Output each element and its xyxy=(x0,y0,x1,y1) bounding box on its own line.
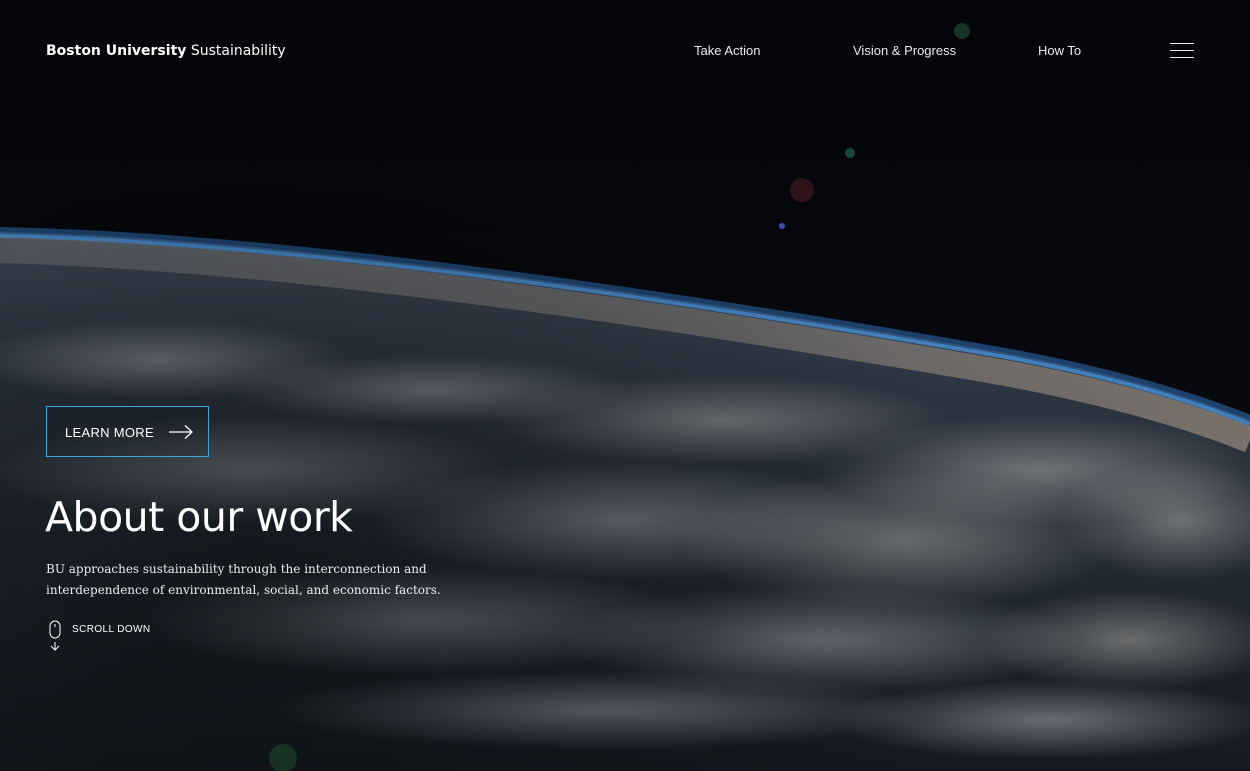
learn-more-button[interactable]: LEARN MORE xyxy=(46,406,209,457)
learn-more-label: LEARN MORE xyxy=(65,425,154,440)
scroll-down-link[interactable]: SCROLL DOWN xyxy=(46,619,166,653)
site-header: Boston University Sustainability Take Ac… xyxy=(0,0,1250,100)
page: Boston University Sustainability Take Ac… xyxy=(0,0,1250,771)
nav-vision-progress[interactable]: Vision & Progress xyxy=(853,43,956,59)
earth-from-space-background xyxy=(0,0,1250,771)
brand-section: Sustainability xyxy=(190,43,286,59)
arrow-right-icon xyxy=(169,425,193,439)
page-title: About our work xyxy=(45,493,353,541)
hero-description: BU approaches sustainability through the… xyxy=(46,562,441,597)
mouse-scroll-icon xyxy=(49,620,61,651)
hamburger-menu-icon[interactable] xyxy=(1166,38,1198,64)
nav-how-to[interactable]: How To xyxy=(1038,43,1081,59)
site-logo[interactable]: Boston University Sustainability xyxy=(46,41,286,61)
nav-take-action[interactable]: Take Action xyxy=(694,43,761,59)
brand-name: Boston University xyxy=(46,43,187,59)
scroll-down-label: SCROLL DOWN xyxy=(72,624,151,635)
